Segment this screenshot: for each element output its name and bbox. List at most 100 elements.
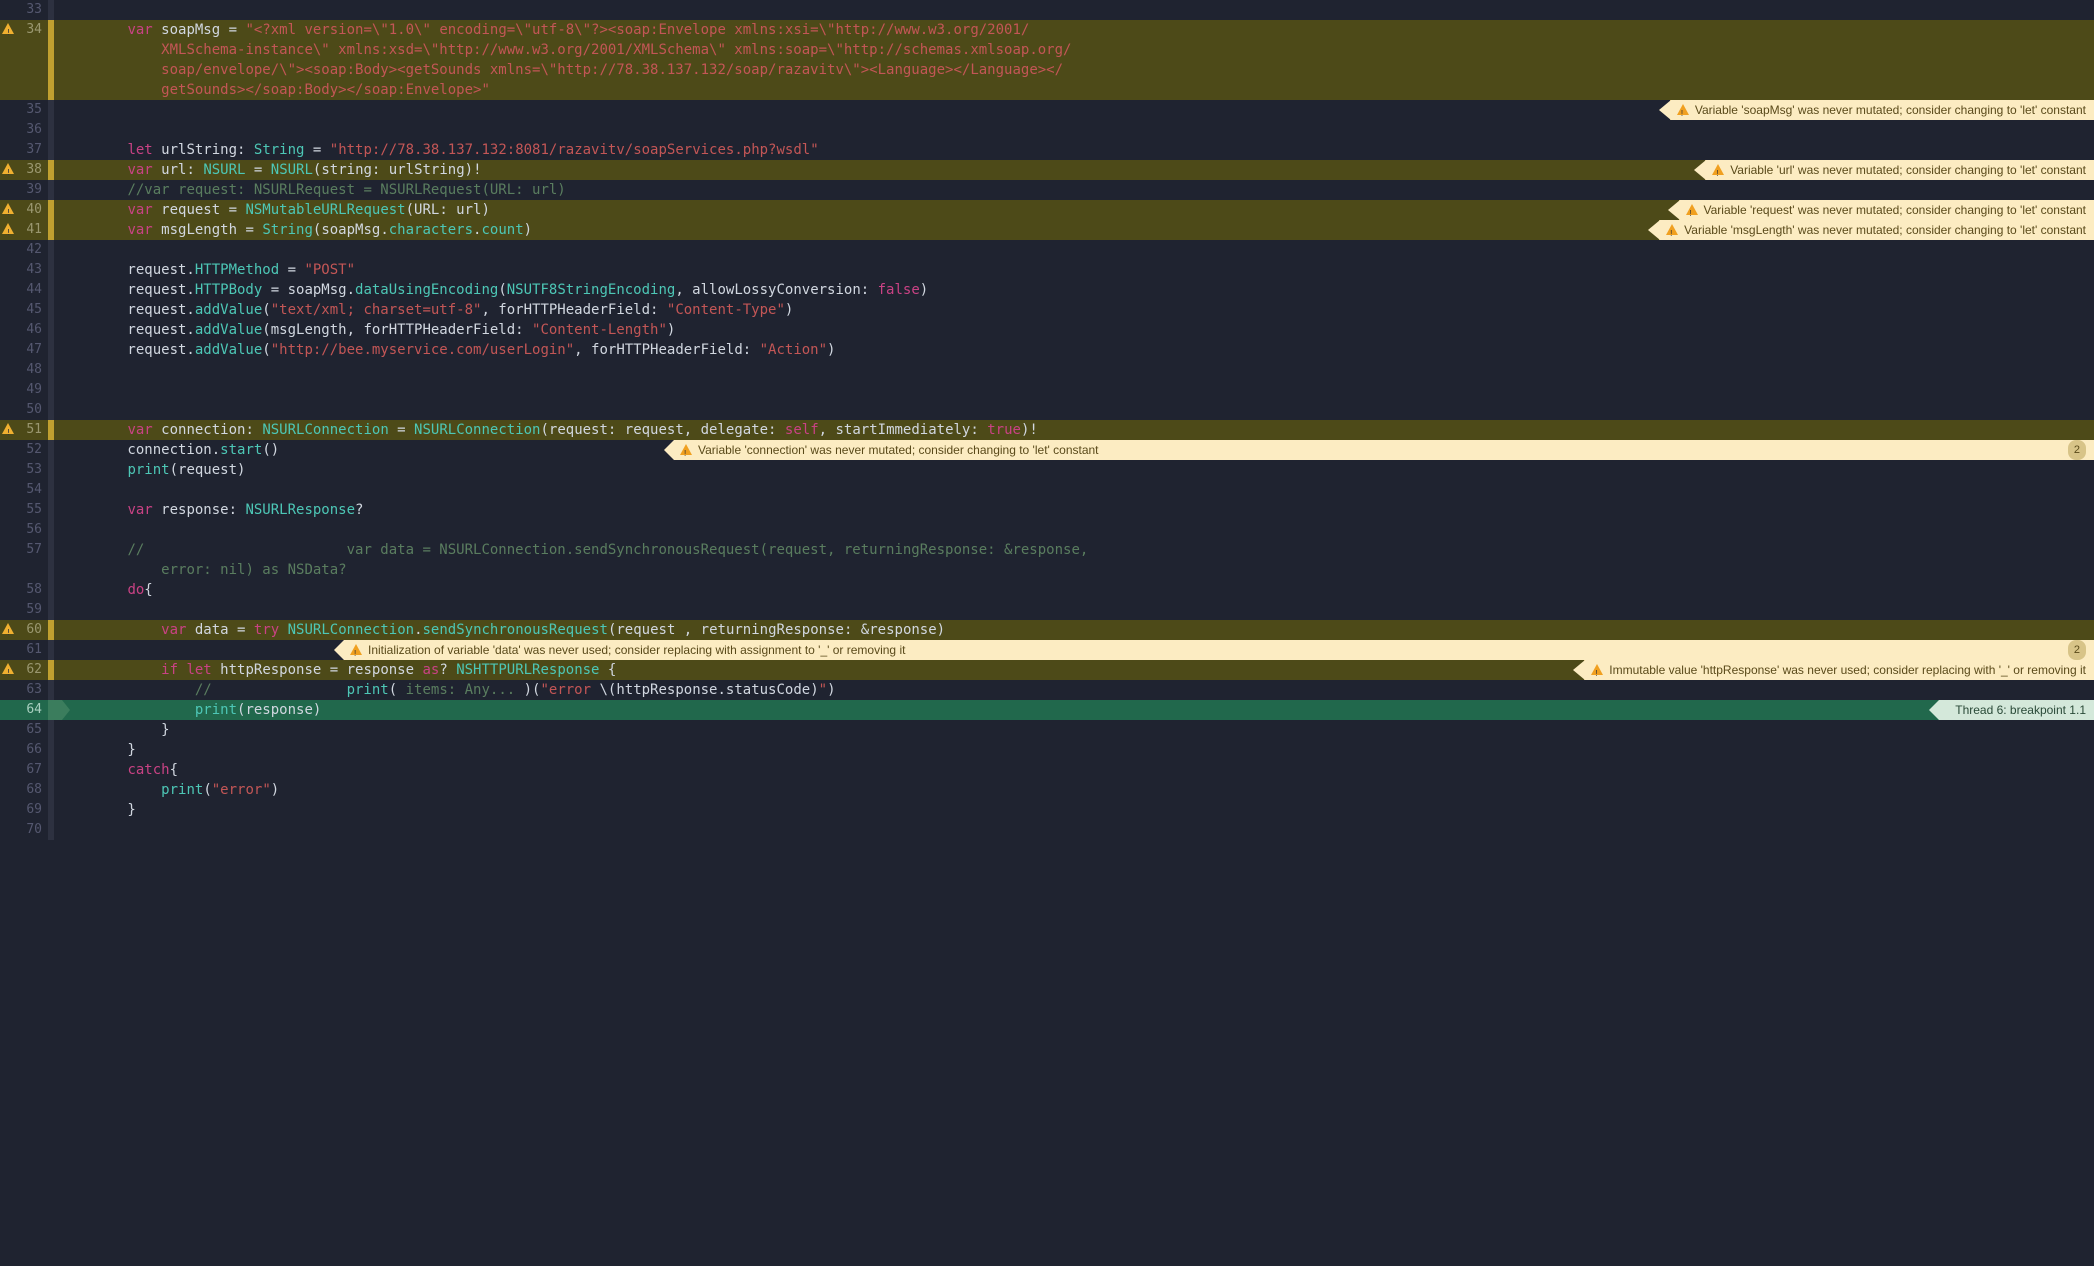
code-line[interactable]: 46 request.addValue(msgLength, forHTTPHe… [0,320,2094,340]
line-number[interactable]: 36 [0,120,48,140]
code-content[interactable] [54,380,2094,400]
line-number[interactable]: 41 [0,220,48,240]
line-number[interactable]: 57 [0,540,48,560]
line-number[interactable]: 43 [0,260,48,280]
code-line[interactable]: 39 //var request: NSURLRequest = NSURLRe… [0,180,2094,200]
code-line[interactable]: 45 request.addValue("text/xml; charset=u… [0,300,2094,320]
code-line[interactable]: 65 } [0,720,2094,740]
code-content[interactable]: print("error") [54,780,2094,800]
line-number[interactable]: 35 [0,100,48,120]
code-line[interactable]: 35 Variable 'soapMsg' was never mutated; … [0,100,2094,120]
warning-banner[interactable]: Immutable value 'httpResponse' was never… [1584,660,2094,680]
code-content[interactable]: } [54,800,2094,820]
line-number[interactable]: 70 [0,820,48,840]
line-number[interactable]: 67 [0,760,48,780]
code-content[interactable] [54,480,2094,500]
line-number[interactable]: 51 [0,420,48,440]
code-content[interactable]: soap/envelope/\"><soap:Body><getSounds x… [54,60,2094,80]
code-content[interactable] [54,820,2094,840]
code-line[interactable]: 50 [0,400,2094,420]
code-line[interactable]: 41 var msgLength = String(soapMsg.charac… [0,220,2094,240]
line-number[interactable]: 48 [0,360,48,380]
code-content[interactable]: //var request: NSURLRequest = NSURLReque… [54,180,2094,200]
code-line[interactable]: soap/envelope/\"><soap:Body><getSounds x… [0,60,2094,80]
code-content[interactable]: let urlString: String = "http://78.38.13… [54,140,2094,160]
code-content[interactable]: Initialization of variable 'data' was ne… [54,640,2094,660]
line-number[interactable]: 63 [0,680,48,700]
code-content[interactable]: Variable 'soapMsg' was never mutated; co… [54,100,2094,120]
code-line[interactable]: 55 var response: NSURLResponse? [0,500,2094,520]
code-line[interactable]: 67 catch{ [0,760,2094,780]
code-line[interactable]: XMLSchema-instance\" xmlns:xsd=\"http://… [0,40,2094,60]
line-number[interactable]: 37 [0,140,48,160]
line-number[interactable]: 50 [0,400,48,420]
warning-banner[interactable]: Variable 'msgLength' was never mutated; … [1659,220,2094,240]
code-line[interactable]: 44 request.HTTPBody = soapMsg.dataUsingE… [0,280,2094,300]
code-line[interactable]: 51 var connection: NSURLConnection = NSU… [0,420,2094,440]
line-number[interactable]: 60 [0,620,48,640]
code-line[interactable]: 36 [0,120,2094,140]
code-content[interactable]: var request = NSMutableURLRequest(URL: u… [54,200,2094,220]
line-number[interactable]: 69 [0,800,48,820]
code-content[interactable]: connection.start()Variable 'connection' … [54,440,2094,460]
line-number[interactable]: 59 [0,600,48,620]
code-content[interactable]: var url: NSURL = NSURL(string: urlString… [54,160,2094,180]
code-content[interactable]: request.addValue("text/xml; charset=utf-… [54,300,2094,320]
line-number[interactable]: 42 [0,240,48,260]
line-number[interactable]: 56 [0,520,48,540]
warning-banner[interactable]: Initialization of variable 'data' was ne… [344,640,2094,660]
code-content[interactable] [54,120,2094,140]
code-content[interactable]: } [54,740,2094,760]
code-content[interactable]: catch{ [54,760,2094,780]
line-number[interactable]: 62 [0,660,48,680]
line-number[interactable]: 33 [0,0,48,20]
code-content[interactable]: print(request) [54,460,2094,480]
code-line[interactable]: 60 var data = try NSURLConnection.sendSy… [0,620,2094,640]
code-line[interactable]: 68 print("error") [0,780,2094,800]
code-content[interactable] [54,360,2094,380]
line-number[interactable]: 39 [0,180,48,200]
code-content[interactable] [54,400,2094,420]
code-editor[interactable]: 3334 var soapMsg = "<?xml version=\"1.0\… [0,0,2094,840]
code-line[interactable]: 56 [0,520,2094,540]
line-number[interactable]: 49 [0,380,48,400]
code-line[interactable]: 47 request.addValue("http://bee.myservic… [0,340,2094,360]
code-content[interactable]: request.HTTPMethod = "POST" [54,260,2094,280]
code-line[interactable]: 52 connection.start()Variable 'connectio… [0,440,2094,460]
code-content[interactable] [54,600,2094,620]
code-line[interactable]: 70 [0,820,2094,840]
code-line[interactable]: 43 request.HTTPMethod = "POST" [0,260,2094,280]
line-number[interactable]: 44 [0,280,48,300]
warning-banner[interactable]: Variable 'soapMsg' was never mutated; co… [1670,100,2094,120]
code-content[interactable]: do{ [54,580,2094,600]
code-content[interactable] [54,520,2094,540]
line-number[interactable] [0,60,48,80]
code-content[interactable]: // print( items: Any... )("error \(httpR… [54,680,2094,700]
code-line[interactable]: 54 [0,480,2094,500]
warning-banner[interactable]: Variable 'connection' was never mutated;… [674,440,2094,460]
code-line[interactable]: 49 [0,380,2094,400]
warning-banner[interactable]: Variable 'request' was never mutated; co… [1679,200,2094,220]
code-line[interactable]: 53 print(request) [0,460,2094,480]
code-content[interactable]: var data = try NSURLConnection.sendSynch… [54,620,2094,640]
code-line[interactable]: 42 [0,240,2094,260]
breakpoint-label[interactable]: Thread 6: breakpoint 1.1 [1939,700,2094,720]
line-number[interactable] [0,40,48,60]
code-content[interactable]: var connection: NSURLConnection = NSURLC… [54,420,2094,440]
code-line[interactable]: 40 var request = NSMutableURLRequest(URL… [0,200,2094,220]
code-content[interactable] [54,0,2094,20]
code-content[interactable]: var soapMsg = "<?xml version=\"1.0\" enc… [54,20,2094,40]
code-content[interactable]: request.HTTPBody = soapMsg.dataUsingEnco… [54,280,2094,300]
code-line[interactable]: 33 [0,0,2094,20]
code-content[interactable]: getSounds></soap:Body></soap:Envelope>" [54,80,2094,100]
code-line[interactable]: 57 // var data = NSURLConnection.sendSyn… [0,540,2094,560]
line-number[interactable]: 53 [0,460,48,480]
line-number[interactable] [0,560,48,580]
line-number[interactable]: 68 [0,780,48,800]
code-line[interactable]: 63 // print( items: Any... )("error \(ht… [0,680,2094,700]
line-number[interactable]: 61 [0,640,48,660]
line-number[interactable]: 58 [0,580,48,600]
code-line[interactable]: 48 [0,360,2094,380]
code-content[interactable]: XMLSchema-instance\" xmlns:xsd=\"http://… [54,40,2094,60]
code-content[interactable]: var response: NSURLResponse? [54,500,2094,520]
